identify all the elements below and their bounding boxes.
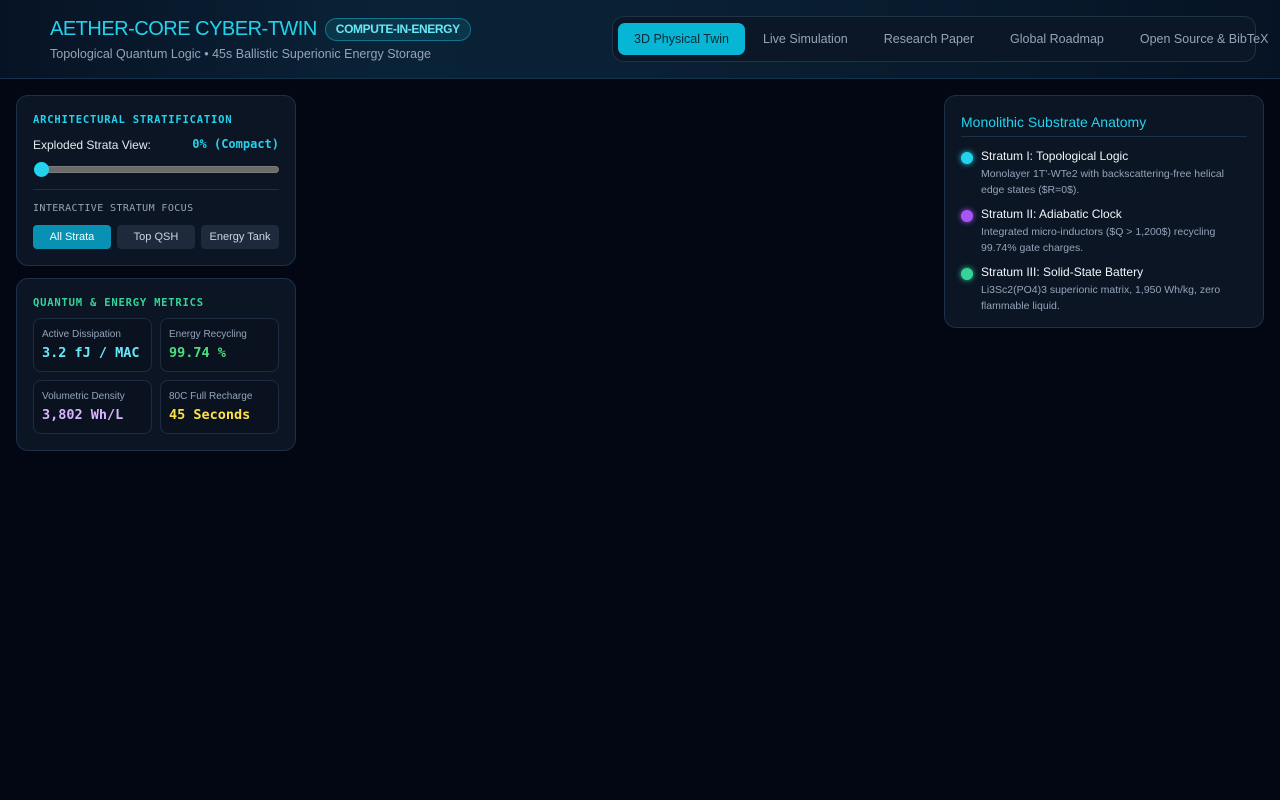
metric-value: 3.2 fJ / MAC — [42, 345, 140, 361]
status-dot-icon — [961, 152, 973, 164]
architecture-title: ARCHITECTURAL STRATIFICATION — [33, 114, 233, 126]
divider — [961, 136, 1247, 137]
slider-thumb[interactable] — [34, 162, 49, 177]
top-qsh-button[interactable]: Top QSH — [117, 225, 195, 249]
stratum-name: Stratum III: Solid-State Battery — [981, 265, 1144, 279]
tab-3d-physical-twin[interactable]: 3D Physical Twin — [618, 23, 745, 55]
metric-label: Active Dissipation — [42, 329, 121, 340]
tab-live-simulation[interactable]: Live Simulation — [745, 23, 866, 55]
main-nav: 3D Physical Twin Live Simulation Researc… — [612, 16, 1268, 62]
anatomy-panel: Monolithic Substrate Anatomy Stratum I: … — [944, 95, 1264, 328]
metric-label: Energy Recycling — [169, 329, 247, 340]
app-title: AETHER-CORE CYBER-TWIN — [50, 18, 317, 40]
metric-value: 45 Seconds — [169, 407, 251, 423]
metric-volumetric-density: Volumetric Density 3,802 Wh/L — [33, 380, 152, 434]
stratum-name: Stratum II: Adiabatic Clock — [981, 207, 1122, 221]
metrics-panel: QUANTUM & ENERGY METRICS Active Dissipat… — [16, 278, 296, 451]
exploded-view-slider[interactable] — [35, 166, 279, 173]
metric-label: 80C Full Recharge — [169, 391, 253, 402]
stratum-desc: Monolayer 1T'-WTe2 with backscattering-f… — [981, 168, 1225, 196]
stratum-desc: Integrated micro-inductors ($Q > 1,200$)… — [981, 226, 1216, 254]
stratum-name: Stratum I: Topological Logic — [981, 149, 1129, 163]
focus-title: INTERACTIVE STRATUM FOCUS — [33, 203, 194, 214]
metric-energy-recycling: Energy Recycling 99.74 % — [160, 318, 279, 372]
metric-active-dissipation: Active Dissipation 3.2 fJ / MAC — [33, 318, 152, 372]
app-subtitle: Topological Quantum Logic • 45s Ballisti… — [50, 47, 431, 61]
app-header: AETHER-CORE CYBER-TWIN COMPUTE-IN-ENERGY… — [0, 0, 1280, 79]
metrics-title: QUANTUM & ENERGY METRICS — [33, 297, 204, 309]
compute-badge: COMPUTE-IN-ENERGY — [324, 18, 471, 41]
divider — [33, 189, 279, 190]
status-dot-icon — [961, 210, 973, 222]
tab-open-source[interactable]: Open Source & BibTeX — [1122, 23, 1280, 55]
exploded-view-label: Exploded Strata View: — [33, 138, 151, 152]
tab-global-roadmap[interactable]: Global Roadmap — [992, 23, 1122, 55]
tab-research-paper[interactable]: Research Paper — [866, 23, 992, 55]
stratum-desc: Li3Sc2(PO4)3 superionic matrix, 1,950 Wh… — [981, 284, 1221, 312]
brand: AETHER-CORE CYBER-TWIN COMPUTE-IN-ENERGY… — [50, 18, 471, 61]
metric-value: 3,802 Wh/L — [42, 407, 124, 423]
architecture-panel: ARCHITECTURAL STRATIFICATION Exploded St… — [16, 95, 296, 266]
metric-full-recharge: 80C Full Recharge 45 Seconds — [160, 380, 279, 434]
exploded-view-value: 0% (Compact) — [192, 137, 279, 151]
energy-tank-button[interactable]: Energy Tank — [201, 225, 279, 249]
anatomy-title: Monolithic Substrate Anatomy — [961, 114, 1147, 130]
all-strata-button[interactable]: All Strata — [33, 225, 111, 249]
metric-label: Volumetric Density — [42, 391, 125, 402]
metric-value: 99.74 % — [169, 345, 226, 361]
status-dot-icon — [961, 268, 973, 280]
